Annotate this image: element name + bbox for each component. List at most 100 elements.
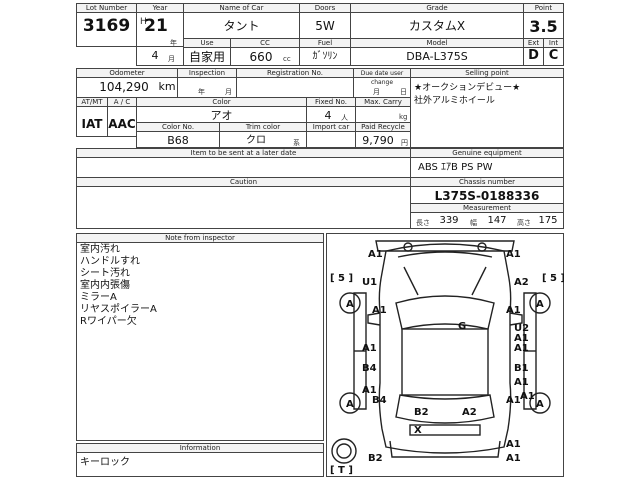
- color-no-value: B68: [167, 134, 189, 147]
- selling-point-2: 社外アルミホイール: [414, 96, 495, 106]
- due-month: 月: [373, 88, 380, 96]
- item-sent-label: Item to be sent at a later date: [76, 148, 411, 158]
- map-label: A1: [506, 395, 521, 406]
- max-carry-unit: kg: [399, 113, 408, 121]
- fuel-value: ｶﾞｿﾘﾝ: [312, 51, 338, 62]
- map-label: B2: [368, 453, 383, 464]
- ac-label: A / C: [107, 97, 137, 107]
- year-label: Year: [136, 3, 184, 13]
- note-list: 室内汚れ ハンドルすれ シート汚れ 室内内張傷 ミラーA リヤスポイラーA Rワ…: [80, 244, 157, 328]
- selling-point-1: ★オークションデビュー★: [414, 83, 521, 93]
- map-label: A1: [514, 343, 529, 354]
- map-label: B4: [372, 395, 387, 406]
- lot-number: 3169: [82, 16, 131, 36]
- odometer-unit: km: [158, 80, 176, 93]
- map-label: A1: [506, 305, 521, 316]
- note-item: Rワイパー欠: [80, 316, 137, 327]
- height-label: 高さ: [517, 219, 531, 227]
- due-day: 日: [400, 88, 407, 96]
- chassis-value: L375S-0188336: [434, 189, 540, 203]
- measurement-label: Measurement: [410, 203, 564, 213]
- ext-label: Ext: [523, 38, 544, 48]
- map-label: X: [414, 425, 422, 436]
- doors-label: Doors: [299, 3, 351, 13]
- point-value: 3.5: [529, 17, 558, 36]
- note-item: シート汚れ: [80, 268, 130, 279]
- map-label: A1: [362, 343, 377, 354]
- int-value: C: [548, 48, 559, 63]
- width-label: 幅: [470, 219, 477, 227]
- map-label: A1: [514, 377, 529, 388]
- note-item: リヤスポイラーA: [80, 304, 157, 315]
- use-label: Use: [183, 38, 231, 48]
- map-label: A: [536, 299, 544, 310]
- registration-label: Registration No.: [236, 68, 354, 78]
- map-label: B1: [514, 363, 529, 374]
- model-value: DBA-L375S: [406, 50, 468, 63]
- use-value: 自家用: [188, 50, 225, 64]
- cc-label: CC: [230, 38, 300, 48]
- ext-value: D: [528, 48, 539, 63]
- cc-unit: cc: [283, 55, 291, 63]
- note-item: 室内汚れ: [80, 244, 120, 255]
- map-label: A: [346, 399, 354, 410]
- trim-color-value: クロ: [246, 135, 266, 146]
- at-value: IAT: [81, 117, 103, 131]
- map-label: [ 5 ]: [542, 273, 564, 284]
- trim-color-unit: 系: [293, 139, 300, 147]
- map-label: A2: [514, 277, 529, 288]
- length-value: 339: [439, 215, 459, 226]
- map-label: [ 5 ]: [330, 273, 353, 284]
- genuine-label: Genuine equipment: [410, 148, 564, 158]
- color-value: アオ: [210, 109, 233, 122]
- name-label: Name of Car: [183, 3, 300, 13]
- map-label: A1: [520, 391, 535, 402]
- map-label: A1: [372, 305, 387, 316]
- map-label: A: [346, 299, 354, 310]
- due-date-label: Due date user change: [353, 68, 411, 86]
- lot-number-label: Lot Number: [76, 3, 137, 13]
- point-label: Point: [523, 3, 564, 13]
- paid-recycle-value: 9,790: [362, 134, 394, 147]
- map-label: A1: [514, 333, 529, 344]
- inspection-year: 年: [198, 88, 205, 96]
- max-carry-label: Max. Carry: [355, 97, 411, 107]
- color-label: Color: [136, 97, 307, 107]
- year-value: 21: [144, 16, 168, 36]
- inspection-label: Inspection: [177, 68, 237, 78]
- map-label: B2: [414, 407, 429, 418]
- map-label: A1: [506, 453, 521, 464]
- selling-point-label: Selling point: [410, 68, 564, 78]
- import-car-label: Import car: [306, 122, 356, 132]
- grade-label: Grade: [350, 3, 524, 13]
- car-name: タント: [223, 19, 260, 33]
- paid-recycle-unit: 円: [401, 139, 408, 147]
- note-item: 室内内張傷: [80, 280, 130, 291]
- odometer-label: Odometer: [76, 68, 178, 78]
- map-label: A: [536, 399, 544, 410]
- map-label: U1: [362, 277, 377, 288]
- grade-value: カスタムX: [408, 19, 466, 33]
- height-value: 175: [538, 215, 558, 226]
- ac-value: AAC: [108, 117, 136, 131]
- map-label: B4: [362, 363, 377, 374]
- map-label: G: [458, 321, 466, 332]
- caution-label: Caution: [76, 177, 411, 187]
- paid-recycle-label: Paid Recycle: [355, 122, 411, 132]
- color-no-label: Color No.: [136, 122, 220, 132]
- map-label: A1: [368, 249, 383, 260]
- note-item: ハンドルすれ: [80, 256, 140, 267]
- genuine-value: ABS ｴｱB PS PW: [418, 162, 493, 173]
- trim-color-label: Trim color: [219, 122, 307, 132]
- odometer-value: 104,290: [99, 80, 149, 94]
- cc-value: 660: [249, 50, 273, 64]
- length-label: 長さ: [416, 219, 430, 227]
- information-value: キーロック: [80, 457, 130, 468]
- map-label: A1: [506, 439, 521, 450]
- int-label: Int: [543, 38, 564, 48]
- at-label: AT/MT: [76, 97, 108, 107]
- chassis-label: Chassis number: [410, 177, 564, 187]
- information-label: Information: [76, 443, 324, 453]
- note-label: Note from inspector: [76, 233, 324, 243]
- fixed-no-value: 4: [324, 109, 332, 122]
